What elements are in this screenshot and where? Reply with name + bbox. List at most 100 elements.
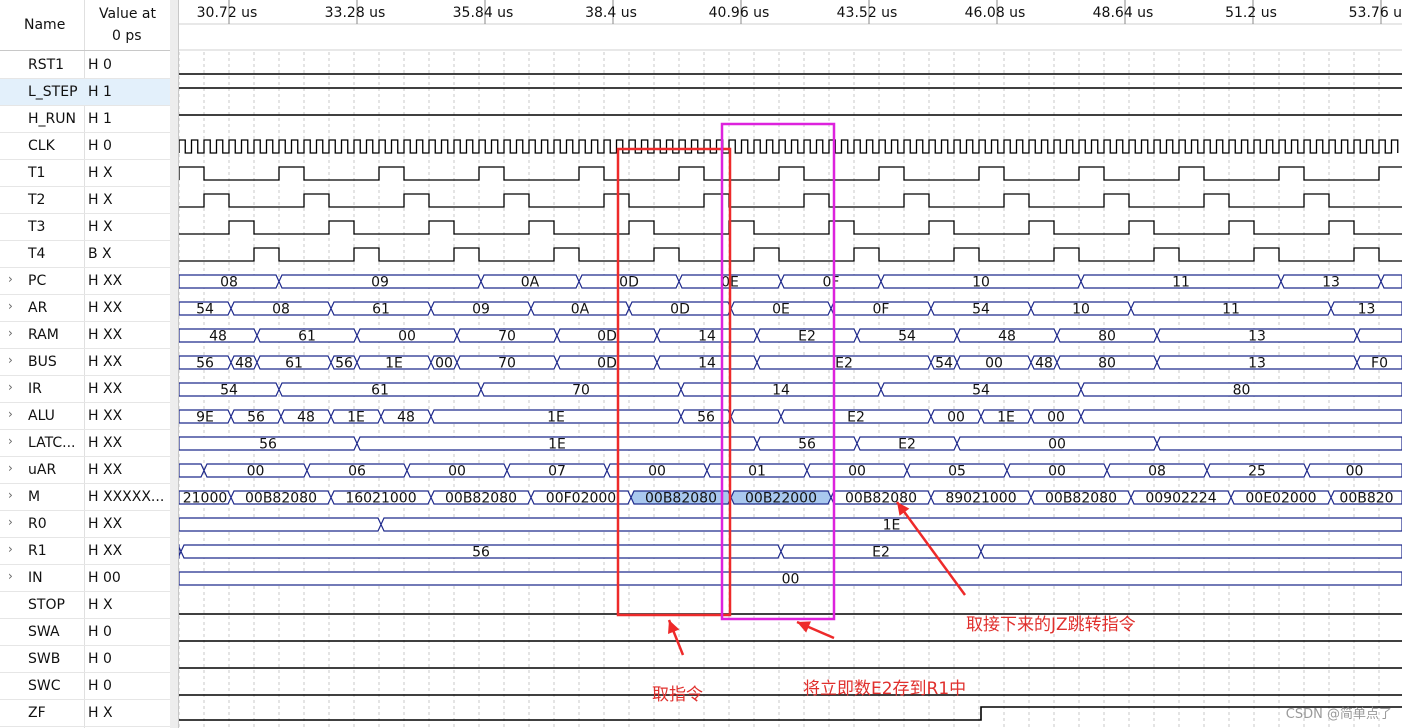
signal-name: R0 [28, 516, 47, 532]
time-tick-label: 53.76 us [1349, 5, 1402, 21]
signal-row-t2[interactable]: T2 H X [0, 187, 170, 214]
bus-segment-r0 [179, 517, 382, 532]
signal-row-r0[interactable]: › R0 H XX [0, 511, 170, 538]
signal-row-t3[interactable]: T3 H X [0, 214, 170, 241]
bus-value-m: 00F02000 [546, 491, 616, 507]
bus-value-ar: 08 [272, 302, 290, 318]
signal-row-bus[interactable]: › BUS H XX [0, 349, 170, 376]
signal-value: H 1 [88, 111, 112, 127]
signal-row-swa[interactable]: SWA H 0 [0, 619, 170, 646]
signal-row-t4[interactable]: T4 B X [0, 241, 170, 268]
signal-row-in[interactable]: › IN H 00 [0, 565, 170, 592]
expand-chevron-icon[interactable]: › [8, 569, 13, 583]
signal-name: AR [28, 300, 48, 316]
bus-value-m: 00B82080 [845, 491, 917, 507]
bus-value-ram: 48 [209, 329, 227, 345]
bus-value-ar: 13 [1358, 302, 1376, 318]
signal-value: H X [88, 705, 113, 721]
time-tick-label: 35.84 us [453, 5, 514, 21]
signal-name: SWB [28, 651, 61, 667]
value-column-header[interactable]: Value at [99, 6, 156, 22]
signal-row-ir[interactable]: › IR H XX [0, 376, 170, 403]
bus-segment-alu [1080, 409, 1402, 424]
bus-value-alu: 48 [397, 410, 415, 426]
bus-value-ar: 54 [972, 302, 990, 318]
signal-row-rst1[interactable]: RST1 H 0 [0, 52, 170, 79]
signal-row-m[interactable]: › M H XXXXX... [0, 484, 170, 511]
bus-value-bus: 56 [196, 356, 214, 372]
annotation-jz-instruction: 取接下来的JZ跳转指令 [966, 615, 1136, 635]
signal-row-swc[interactable]: SWC H 0 [0, 673, 170, 700]
signal-row-swb[interactable]: SWB H 0 [0, 646, 170, 673]
expand-chevron-icon[interactable]: › [8, 461, 13, 475]
signal-row-stop[interactable]: STOP H X [0, 592, 170, 619]
bus-value-latc-: 1E [548, 437, 566, 453]
expand-chevron-icon[interactable]: › [8, 434, 13, 448]
bus-value-ar: 0F [873, 302, 890, 318]
time-tick-label: 40.96 us [709, 5, 770, 21]
signal-value: H 00 [88, 570, 121, 586]
signal-row-uar[interactable]: › uAR H XX [0, 457, 170, 484]
bus-value-in: 00 [782, 572, 800, 588]
bus-value-m: 00B820 [1339, 491, 1393, 507]
time-tick-label: 51.2 us [1225, 5, 1277, 21]
time-tick-label: 30.72 us [197, 5, 258, 21]
expand-chevron-icon[interactable]: › [8, 353, 13, 367]
expand-chevron-icon[interactable]: › [8, 272, 13, 286]
signal-value: H XX [88, 462, 123, 478]
expand-chevron-icon[interactable]: › [8, 326, 13, 340]
bus-value-alu: 56 [697, 410, 715, 426]
wave-zf [179, 706, 1402, 721]
bus-segment-latc- [1156, 436, 1402, 451]
bus-value-uar: 00 [1048, 464, 1066, 480]
expand-chevron-icon[interactable]: › [8, 407, 13, 421]
bus-value-ir: 70 [572, 383, 590, 399]
bus-value-uar: 07 [548, 464, 566, 480]
expand-chevron-icon[interactable]: › [8, 488, 13, 502]
signal-row-h-run[interactable]: H_RUN H 1 [0, 106, 170, 133]
name-column-header[interactable]: Name [24, 17, 65, 33]
signal-value: H X [88, 219, 113, 235]
signal-value: H XX [88, 273, 123, 289]
signal-name: T3 [28, 219, 46, 235]
signal-name: STOP [28, 597, 65, 613]
signal-row-l-step[interactable]: L_STEP H 1 [0, 79, 170, 106]
time-tick-label: 43.52 us [837, 5, 898, 21]
bus-segment-pc [1380, 274, 1402, 289]
signal-row-clk[interactable]: CLK H 0 [0, 133, 170, 160]
bus-value-ar: 10 [1072, 302, 1090, 318]
bus-value-alu: 9E [196, 410, 214, 426]
signal-row-ram[interactable]: › RAM H XX [0, 322, 170, 349]
bus-value-ram: 61 [298, 329, 316, 345]
signal-row-alu[interactable]: › ALU H XX [0, 403, 170, 430]
wave-t3 [179, 220, 1402, 235]
signal-value: H X [88, 192, 113, 208]
expand-chevron-icon[interactable]: › [8, 542, 13, 556]
bus-value-pc: 0A [521, 275, 540, 291]
signal-row-r1[interactable]: › R1 H XX [0, 538, 170, 565]
annotation-store-immediate: 将立即数E2存到R1中 [803, 679, 967, 699]
signal-row-pc[interactable]: › PC H XX [0, 268, 170, 295]
signal-row-latc-[interactable]: › LATC... H XX [0, 430, 170, 457]
watermark: CSDN @简单点了 [1285, 707, 1392, 722]
bus-value-ar: 09 [472, 302, 490, 318]
signal-name: IR [28, 381, 42, 397]
waveform-canvas[interactable]: 30.72 us 33.28 us 35.84 us 38.4 us 40.96 us 4… [179, 0, 1402, 728]
signal-row-ar[interactable]: › AR H XX [0, 295, 170, 322]
expand-chevron-icon[interactable]: › [8, 515, 13, 529]
signal-row-t1[interactable]: T1 H X [0, 160, 170, 187]
bus-value-ir: 80 [1233, 383, 1251, 399]
signal-name: uAR [28, 462, 57, 478]
signal-value: B X [88, 246, 112, 262]
pane-splitter[interactable] [170, 0, 179, 728]
signal-row-zf[interactable]: ZF H X [0, 700, 170, 727]
signal-value: H XX [88, 381, 123, 397]
bus-value-alu: 00 [947, 410, 965, 426]
time-tick-label: 38.4 us [585, 5, 637, 21]
expand-chevron-icon[interactable]: › [8, 380, 13, 394]
bus-value-alu: 48 [297, 410, 315, 426]
signal-name: ALU [28, 408, 55, 424]
bus-value-ram: 54 [898, 329, 916, 345]
expand-chevron-icon[interactable]: › [8, 299, 13, 313]
bus-value-ram: 0D [597, 329, 617, 345]
